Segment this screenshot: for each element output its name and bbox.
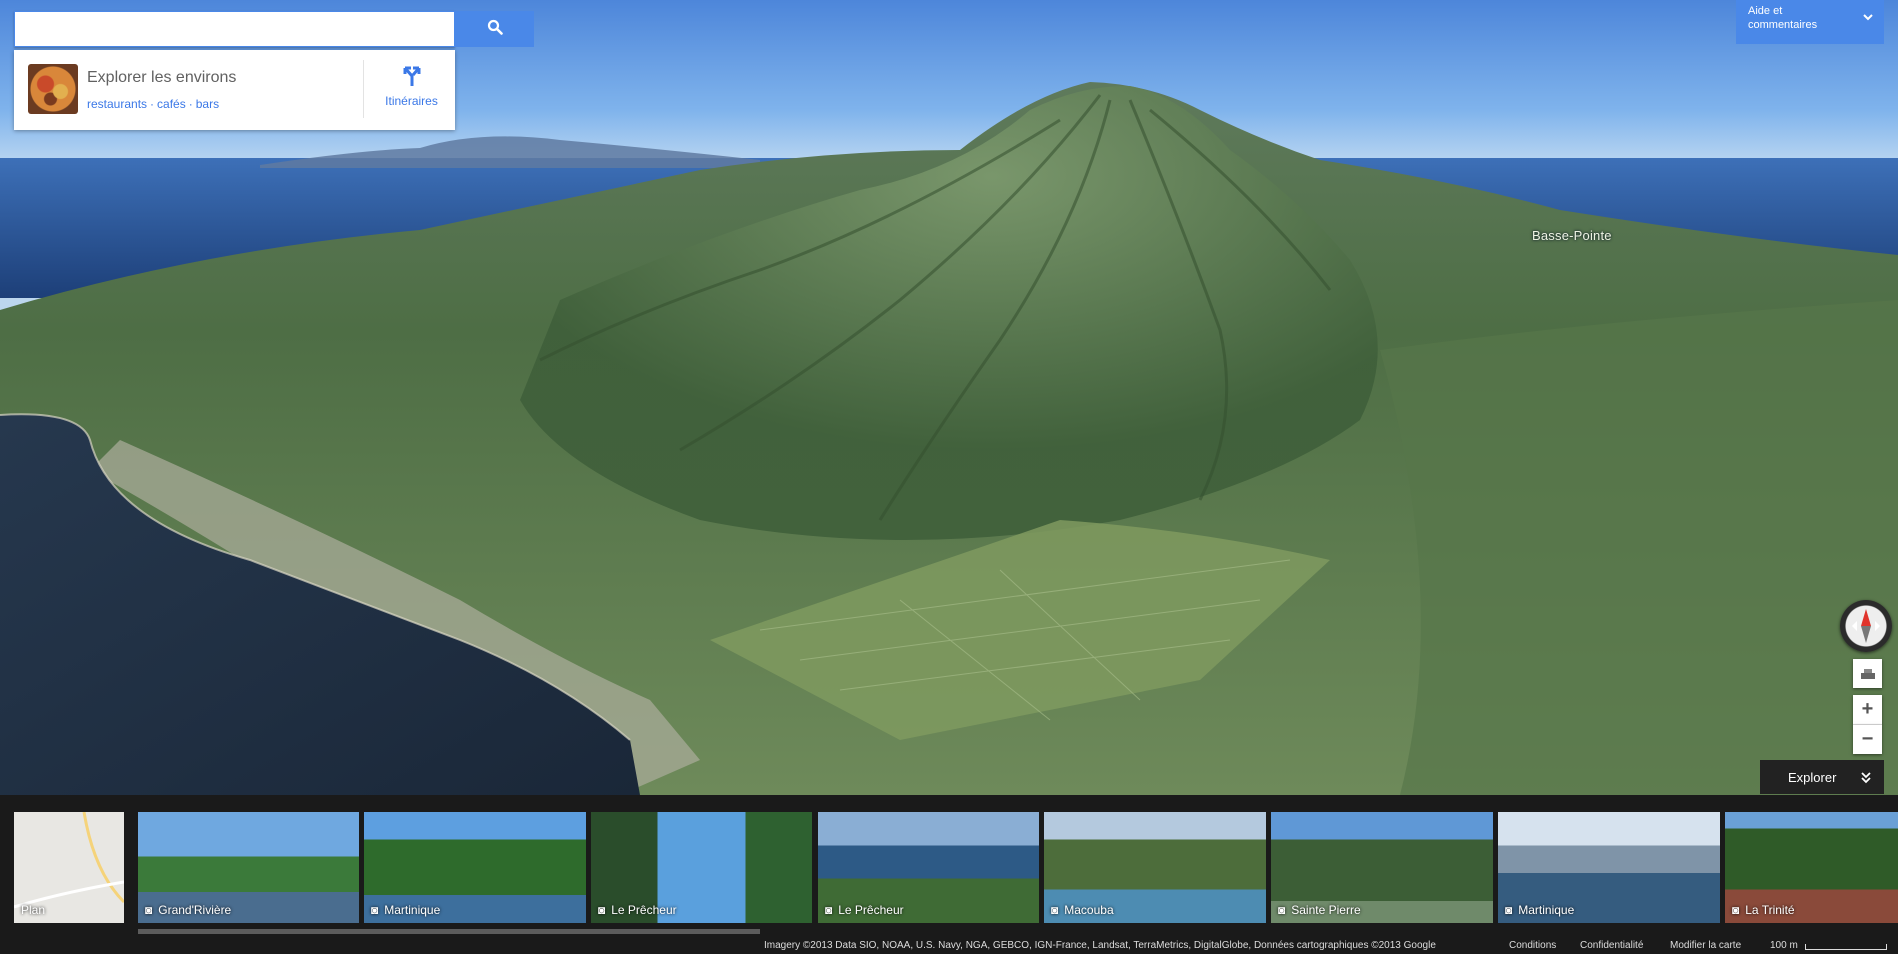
photo-strip-scrollbar[interactable]: [138, 929, 760, 934]
camera-icon: ◙: [145, 903, 153, 917]
directions-label: Itinéraires: [385, 94, 438, 108]
thumbnail-label: Martinique: [384, 903, 441, 917]
zoom-in-button[interactable]: +: [1853, 695, 1882, 725]
directions-icon: [403, 66, 420, 86]
explore-nearby-title[interactable]: Explorer les environs: [87, 69, 236, 87]
explore-nearby-card: Explorer les environs restaurants · cafés ·…: [14, 50, 455, 130]
photo-thumbnail[interactable]: ◙ Grand'Rivière: [138, 812, 359, 923]
explore-category-links: restaurants · cafés · bars: [87, 97, 220, 111]
thumbnail-label: Grand'Rivière: [158, 903, 232, 917]
link-bars[interactable]: bars: [196, 97, 219, 111]
compass-icon: [1852, 609, 1880, 643]
camera-icon: ◙: [371, 903, 379, 917]
scale-bar: [1805, 944, 1887, 950]
scale-label[interactable]: 100 m: [1770, 938, 1798, 954]
help-feedback-button[interactable]: Aide et commentaires: [1736, 0, 1884, 44]
place-label-basse-pointe[interactable]: Basse-Pointe: [1532, 228, 1612, 243]
camera-icon: ◙: [1505, 903, 1513, 917]
imagery-attribution: Imagery ©2013 Data SIO, NOAA, U.S. Navy,…: [764, 940, 1436, 951]
thumbnail-label: Martinique: [1518, 903, 1575, 917]
map-footer: Imagery ©2013 Data SIO, NOAA, U.S. Navy,…: [0, 938, 1898, 954]
search-icon: [487, 19, 503, 40]
search-input[interactable]: [15, 12, 455, 46]
camera-icon: ◙: [825, 903, 833, 917]
photo-thumbnail[interactable]: ◙ Sainte Pierre: [1271, 812, 1493, 923]
photo-thumbnail[interactable]: ◙ Macouba: [1044, 812, 1266, 923]
divider: [363, 60, 364, 118]
link-cafes[interactable]: cafés: [157, 97, 186, 111]
photo-thumbnail[interactable]: ◙ Martinique: [364, 812, 586, 923]
thumbnail-label: La Trinité: [1745, 903, 1795, 917]
link-restaurants[interactable]: restaurants: [87, 97, 147, 111]
thumbnail-label: Le Prêcheur: [611, 903, 677, 917]
camera-icon: ◙: [1278, 903, 1286, 917]
zoom-out-button[interactable]: −: [1853, 725, 1882, 754]
camera-icon: ◙: [1732, 903, 1740, 917]
thumbnail-label: Plan: [21, 903, 46, 917]
compass-control[interactable]: [1840, 600, 1892, 652]
photo-thumbnail[interactable]: ◙ Martinique: [1498, 812, 1720, 923]
thumbnail-label: Sainte Pierre: [1291, 903, 1361, 917]
food-thumbnail[interactable]: [28, 64, 78, 114]
chevron-down-icon: [1862, 12, 1874, 26]
camera-icon: ◙: [1051, 903, 1059, 917]
edit-map-link[interactable]: Modifier la carte: [1670, 938, 1741, 954]
photo-thumbnail[interactable]: ◙ La Trinité: [1725, 812, 1898, 923]
privacy-link[interactable]: Confidentialité: [1580, 938, 1643, 954]
thumbnail-label: Macouba: [1064, 903, 1114, 917]
thumbnail-label: Le Prêcheur: [838, 903, 904, 917]
directions-button[interactable]: Itinéraires: [374, 60, 449, 120]
search-button[interactable]: [455, 11, 534, 47]
photo-thumbnail[interactable]: ◙ Le Prêcheur: [818, 812, 1039, 923]
double-chevron-down-icon: [1860, 771, 1872, 788]
explore-toggle-button[interactable]: Explorer: [1760, 760, 1884, 794]
camera-icon: ◙: [598, 903, 606, 917]
photo-thumbnail[interactable]: ◙ Le Prêcheur: [591, 812, 812, 923]
terms-link[interactable]: Conditions: [1509, 938, 1556, 954]
photo-strip: Plan ◙ Grand'Rivière ◙ Martinique ◙ Le Prêc…: [0, 795, 1898, 954]
plan-thumbnail[interactable]: Plan: [14, 812, 124, 923]
pegman-icon: [1860, 668, 1875, 679]
pegman-control[interactable]: [1853, 659, 1882, 688]
explore-toggle-label: Explorer: [1788, 769, 1837, 785]
search-box: [14, 11, 455, 47]
